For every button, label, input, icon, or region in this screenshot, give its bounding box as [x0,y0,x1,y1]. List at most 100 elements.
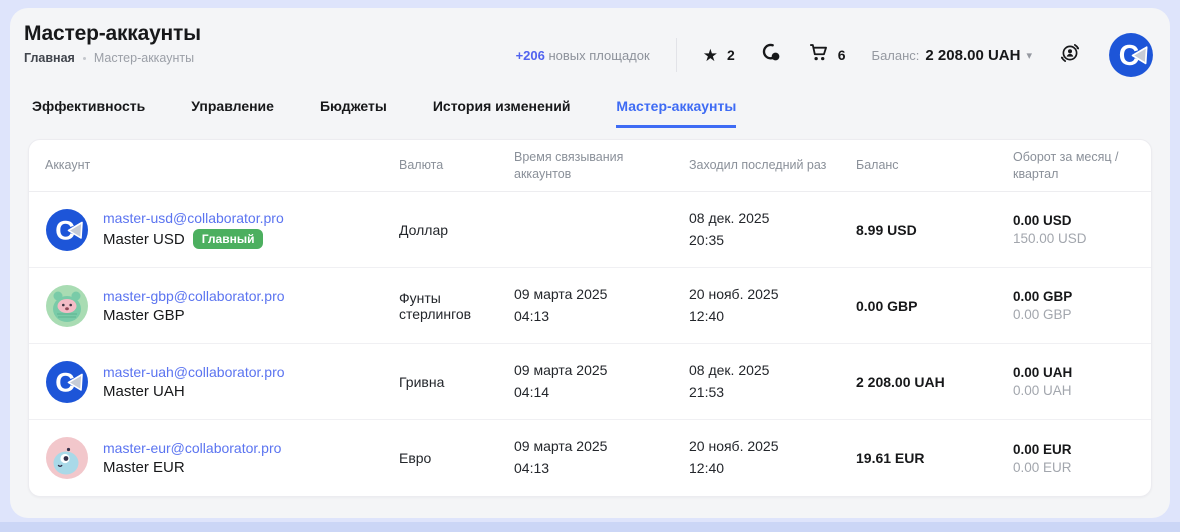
tab-3[interactable]: История изменений [433,98,571,128]
header-actions: +206 новых площадок ★ 2 [516,22,1154,78]
table-row[interactable]: C master-usd@collaborator.pro Master USD… [29,192,1151,268]
account-avatar [45,436,89,480]
currency-cell: Фунты стерлингов [399,290,514,322]
account-avatar [45,284,89,328]
table-row[interactable]: C master-uah@collaborator.pro Master UAH… [29,344,1151,420]
new-platforms-label: новых площадок [548,48,649,63]
turnover-month: 0.00 GBP [1013,289,1135,304]
last-seen-date: 20 нояб. 2025 [689,436,856,458]
currency-cell: Гривна [399,374,514,390]
last-seen-date: 20 нояб. 2025 [689,284,856,306]
linked-time-cell: 09 марта 2025 04:13 [514,436,689,479]
turnover-quarter: 0.00 GBP [1013,307,1135,322]
turnover-quarter: 150.00 USD [1013,231,1135,246]
column-header-0: Аккаунт [45,157,399,174]
account-switch-icon [1058,41,1082,70]
breadcrumb: Главная Мастер-аккаунты [24,51,201,65]
last-seen-cell: 20 нояб. 2025 12:40 [689,284,856,327]
breadcrumb-current: Мастер-аккаунты [94,51,194,65]
balance-label: Баланс: [872,48,920,63]
account-info: master-gbp@collaborator.pro Master GBP [103,288,285,324]
linked-time: 04:13 [514,306,689,328]
linked-date: 09 марта 2025 [514,284,689,306]
tab-1[interactable]: Управление [191,98,274,128]
account-name: Master EUR [103,459,185,476]
balance-cell: 19.61 EUR [856,450,1013,466]
account-email-link[interactable]: master-eur@collaborator.pro [103,440,281,456]
linked-time: 04:13 [514,458,689,480]
turnover-cell: 0.00 EUR 0.00 EUR [1013,442,1135,475]
balance-dropdown[interactable]: Баланс: 2 208.00 UAH ▾ [872,47,1032,64]
last-seen-cell: 20 нояб. 2025 12:40 [689,436,856,479]
column-header-4: Баланс [856,157,1013,174]
turnover-cell: 0.00 UAH 0.00 UAH [1013,365,1135,398]
page-header: Мастер-аккаунты Главная Мастер-аккаунты … [10,8,1170,78]
star-icon: ★ [703,47,718,64]
account-info: master-uah@collaborator.pro Master UAH [103,364,285,400]
app-frame: Мастер-аккаунты Главная Мастер-аккаунты … [10,8,1170,518]
last-seen-date: 08 дек. 2025 [689,360,856,382]
favorites-count: 2 [727,47,735,63]
turnover-month: 0.00 EUR [1013,442,1135,457]
account-avatar: C [45,360,89,404]
column-header-2: Время связывания аккаунтов [514,149,689,183]
table-header-row: АккаунтВалютаВремя связывания аккаунтовЗ… [29,140,1151,192]
tab-4[interactable]: Мастер-аккаунты [616,98,736,128]
accounts-table: АккаунтВалютаВремя связывания аккаунтовЗ… [28,139,1152,497]
chevron-down-icon: ▾ [1026,49,1032,62]
cart-icon [808,42,829,68]
tab-bar: Эффективность Управление Бюджеты История из… [10,78,1170,128]
balance-cell: 8.99 USD [856,222,1013,238]
account-switch-button[interactable] [1058,41,1082,70]
account-cell: master-gbp@collaborator.pro Master GBP [45,284,399,328]
cart-button[interactable]: 6 [808,42,846,68]
linked-time-cell: 09 марта 2025 04:14 [514,360,689,403]
favorites-button[interactable]: ★ 2 [703,47,735,64]
new-platforms-link[interactable]: +206 новых площадок [516,48,650,63]
account-name: Master USD [103,231,185,248]
cart-count: 6 [838,47,846,63]
linked-time-cell: 09 марта 2025 04:13 [514,284,689,327]
title-block: Мастер-аккаунты Главная Мастер-аккаунты [24,22,201,65]
chat-icon [761,42,782,68]
column-header-3: Заходил последний раз [689,157,856,174]
header-divider [676,38,677,72]
last-seen-cell: 08 дек. 2025 20:35 [689,208,856,251]
turnover-month: 0.00 USD [1013,213,1135,228]
turnover-cell: 0.00 USD 150.00 USD [1013,213,1135,246]
messages-button[interactable] [761,42,782,68]
currency-cell: Доллар [399,222,514,238]
turnover-month: 0.00 UAH [1013,365,1135,380]
balance-cell: 0.00 GBP [856,298,1013,314]
breadcrumb-home[interactable]: Главная [24,51,75,65]
table-row[interactable]: master-gbp@collaborator.pro Master GBP Ф… [29,268,1151,344]
collaborator-logo[interactable]: C [1108,32,1154,78]
tab-0[interactable]: Эффективность [32,98,145,128]
column-header-1: Валюта [399,157,514,174]
balance-cell: 2 208.00 UAH [856,374,1013,390]
new-platforms-count: +206 [516,48,545,63]
account-info: master-usd@collaborator.pro Master USD Г… [103,210,284,249]
balance-value: 2 208.00 UAH [925,47,1020,64]
account-email-link[interactable]: master-uah@collaborator.pro [103,364,285,380]
account-info: master-eur@collaborator.pro Master EUR [103,440,281,476]
column-header-5: Оборот за месяц / квартал [1013,149,1135,183]
turnover-quarter: 0.00 EUR [1013,460,1135,475]
table-body: C master-usd@collaborator.pro Master USD… [29,192,1151,496]
account-cell: C master-usd@collaborator.pro Master USD… [45,208,399,252]
account-avatar: C [45,208,89,252]
last-seen-cell: 08 дек. 2025 21:53 [689,360,856,403]
last-seen-time: 12:40 [689,306,856,328]
linked-time: 04:14 [514,382,689,404]
account-email-link[interactable]: master-gbp@collaborator.pro [103,288,285,304]
page-title: Мастер-аккаунты [24,22,201,46]
main-account-badge: Главный [193,229,264,249]
breadcrumb-separator [83,57,86,60]
tab-2[interactable]: Бюджеты [320,98,387,128]
page-edge [0,522,1180,532]
currency-cell: Евро [399,450,514,466]
table-row[interactable]: master-eur@collaborator.pro Master EUR Е… [29,420,1151,496]
linked-date: 09 марта 2025 [514,360,689,382]
linked-date: 09 марта 2025 [514,436,689,458]
account-email-link[interactable]: master-usd@collaborator.pro [103,210,284,226]
